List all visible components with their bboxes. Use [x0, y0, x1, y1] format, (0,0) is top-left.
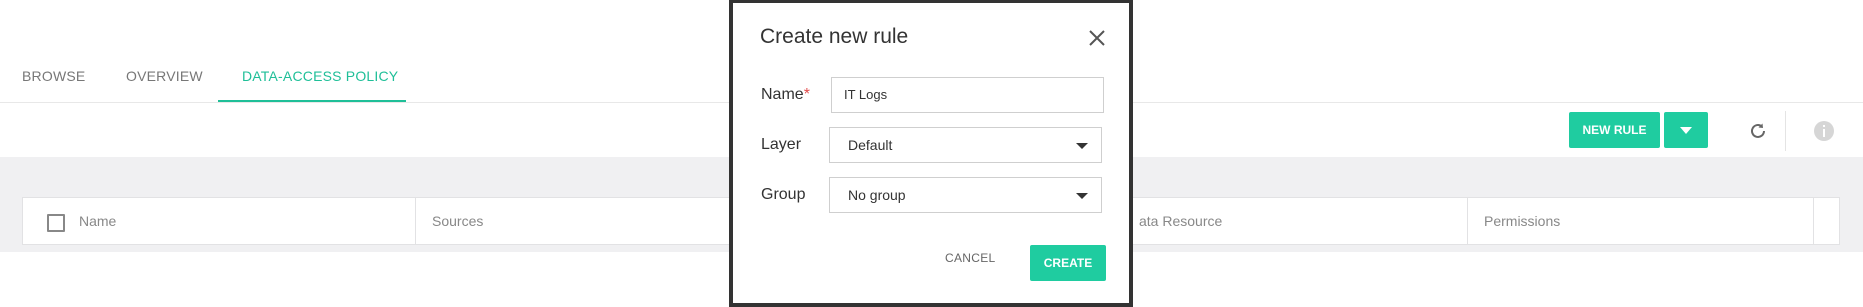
- cancel-button[interactable]: CANCEL: [945, 251, 995, 265]
- create-button[interactable]: CREATE: [1030, 245, 1106, 281]
- required-mark: *: [803, 86, 810, 103]
- name-field-label: Name*: [761, 86, 810, 103]
- select-all-checkbox[interactable]: [47, 214, 65, 232]
- group-select[interactable]: No group: [829, 177, 1102, 213]
- column-header-actions: [1814, 198, 1839, 244]
- chevron-down-icon: [1076, 193, 1088, 199]
- new-rule-button[interactable]: NEW RULE: [1569, 112, 1660, 148]
- tab-browse[interactable]: BROWSE: [22, 58, 85, 102]
- group-field-label: Group: [761, 186, 806, 203]
- column-header-sources[interactable]: Sources: [416, 198, 756, 244]
- dialog-title: Create new rule: [760, 25, 909, 48]
- layer-field-label: Layer: [761, 136, 802, 153]
- refresh-icon[interactable]: [1746, 119, 1770, 143]
- info-icon[interactable]: [1812, 119, 1836, 143]
- tab-overview[interactable]: OVERVIEW: [126, 58, 203, 102]
- name-input[interactable]: IT Logs: [831, 77, 1104, 113]
- column-sources-label: Sources: [432, 213, 484, 229]
- close-icon[interactable]: [1088, 29, 1106, 47]
- column-header-permissions[interactable]: Permissions: [1468, 198, 1814, 244]
- toolbar-divider: [1785, 111, 1786, 151]
- column-name-label: Name: [79, 213, 117, 229]
- new-rule-dropdown-button[interactable]: [1664, 112, 1708, 148]
- create-rule-dialog: Create new rule Name* IT Logs Layer Defa…: [729, 0, 1133, 307]
- chevron-down-icon: [1076, 143, 1088, 149]
- caret-down-icon: [1680, 127, 1692, 134]
- column-data-resource-label: ata Resource: [1139, 213, 1223, 229]
- group-select-value: No group: [848, 187, 906, 203]
- column-permissions-label: Permissions: [1484, 213, 1561, 229]
- tab-data-access-policy[interactable]: DATA-ACCESS POLICY: [218, 58, 406, 102]
- layer-select-value: Default: [848, 137, 893, 153]
- column-header-data-resource[interactable]: ata Resource: [1133, 198, 1468, 244]
- column-header-name[interactable]: Name: [23, 198, 416, 244]
- layer-select[interactable]: Default: [829, 127, 1102, 163]
